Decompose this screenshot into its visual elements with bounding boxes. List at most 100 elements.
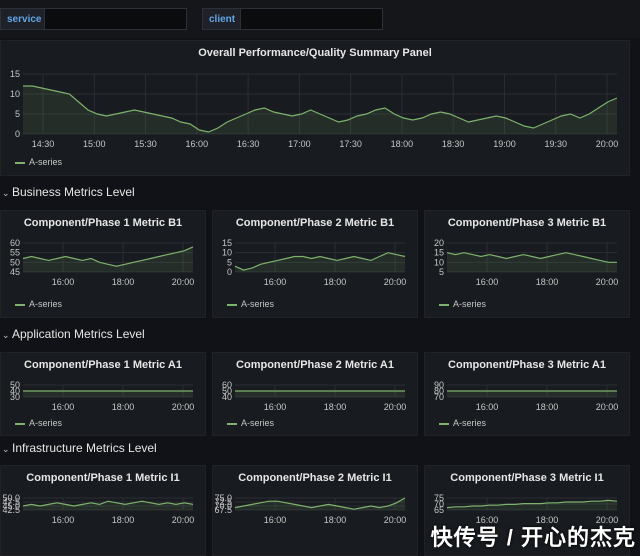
y-tick-label: 0 xyxy=(227,267,232,277)
legend[interactable]: A-series xyxy=(15,299,62,309)
legend-swatch xyxy=(227,422,237,425)
y-tick-label: 60 xyxy=(10,238,20,248)
legend-label: A-series xyxy=(241,418,275,428)
row-title: Business Metrics Level xyxy=(12,185,135,199)
y-tick-label: 55 xyxy=(10,248,20,258)
x-tick-label: 20:00 xyxy=(596,402,619,412)
x-tick-label: 18:00 xyxy=(112,402,135,412)
y-tick-label: 45 xyxy=(10,267,20,277)
row-infrastructure[interactable]: ⌄ Infrastructure Metrics Level xyxy=(0,441,640,459)
panel-b1[interactable]: Component/Phase 1 Metric B1 60 55 50 45 16:0… xyxy=(0,210,206,318)
y-tick-label: 42.5 xyxy=(2,505,20,515)
panel-i2[interactable]: Component/Phase 2 Metric I1 75.0 72.5 70.0… xyxy=(212,465,418,556)
legend-label: A-series xyxy=(29,299,63,309)
variables-bar: service client xyxy=(0,0,640,38)
y-tick-label: 15 xyxy=(434,248,444,258)
series-area xyxy=(447,252,617,272)
chart-i1: 50.047.545.042.516:00 18:00 20:00 xyxy=(2,493,195,525)
panel-b2[interactable]: Component/Phase 2 Metric B1 15 10 5 0 16:00 1… xyxy=(212,210,418,318)
x-tick-label: 16:30 xyxy=(237,139,260,149)
y-tick-label: 0 xyxy=(15,129,20,139)
watermark: 快传号 / 开心的杰克 xyxy=(430,525,636,550)
legend-label: A-series xyxy=(241,299,275,309)
legend[interactable]: A-series xyxy=(15,418,62,428)
y-tick-label: 5 xyxy=(439,267,444,277)
y-tick-label: 67.5 xyxy=(214,505,232,515)
y-tick-label: 10 xyxy=(434,257,444,267)
series-area xyxy=(23,246,193,272)
x-tick-label: 17:00 xyxy=(288,139,311,149)
y-tick-label: 70 xyxy=(434,392,444,402)
legend-swatch xyxy=(439,422,449,425)
legend-label: A-series xyxy=(453,299,487,309)
x-tick-label: 16:00 xyxy=(264,515,287,525)
chevron-down-icon: ⌄ xyxy=(2,188,10,198)
x-tick-label: 15:30 xyxy=(134,139,157,149)
y-tick-label: 40 xyxy=(222,392,232,402)
y-tick-label: 10 xyxy=(222,248,232,258)
x-tick-label: 16:00 xyxy=(52,277,75,287)
legend-label: A-series xyxy=(29,418,63,428)
row-application[interactable]: ⌄ Application Metrics Level xyxy=(0,327,640,345)
legend-label: A-series xyxy=(453,418,487,428)
summary-chart: 15 10 5 0 14:30 15:00 15:30 16:00 16:30 17:00 17:3… xyxy=(10,69,619,149)
row-business[interactable]: ⌄ Business Metrics Level xyxy=(0,185,640,203)
series-area xyxy=(447,500,617,510)
legend[interactable]: A-series xyxy=(227,299,274,309)
x-tick-label: 18:00 xyxy=(391,139,414,149)
series-area xyxy=(447,391,617,397)
x-tick-label: 18:00 xyxy=(536,277,559,287)
x-tick-label: 20:00 xyxy=(384,402,407,412)
x-tick-label: 16:00 xyxy=(476,277,499,287)
x-tick-label: 15:00 xyxy=(83,139,106,149)
client-variable-input[interactable] xyxy=(240,8,383,30)
legend[interactable]: A-series xyxy=(439,299,486,309)
y-tick-label: 20 xyxy=(434,238,444,248)
x-tick-label: 18:00 xyxy=(324,515,347,525)
legend[interactable]: A-series xyxy=(15,157,62,167)
panel-a1[interactable]: Component/Phase 1 Metric A1 50 40 30 16:00 1… xyxy=(0,352,206,436)
x-tick-label: 16:00 xyxy=(264,402,287,412)
y-tick-label: 15 xyxy=(222,238,232,248)
legend[interactable]: A-series xyxy=(227,418,274,428)
legend-swatch xyxy=(15,303,25,306)
x-tick-label: 20:00 xyxy=(172,402,195,412)
x-tick-label: 16:00 xyxy=(52,402,75,412)
series-area xyxy=(23,391,193,397)
x-tick-label: 20:00 xyxy=(384,515,407,525)
x-tick-label: 18:30 xyxy=(442,139,465,149)
x-tick-label: 16:00 xyxy=(52,515,75,525)
legend-swatch xyxy=(15,161,25,164)
x-tick-label: 17:30 xyxy=(339,139,362,149)
chevron-down-icon: ⌄ xyxy=(2,330,10,340)
y-tick-label: 65 xyxy=(434,505,444,515)
panel-i1[interactable]: Component/Phase 1 Metric I1 50.0 47.5 45.0… xyxy=(0,465,206,556)
y-tick-label: 50 xyxy=(10,257,20,267)
x-tick-label: 16:00 xyxy=(264,277,287,287)
x-tick-label: 20:00 xyxy=(596,139,619,149)
panel-b3[interactable]: Component/Phase 3 Metric B1 20 15 10 5 16:00… xyxy=(424,210,630,318)
x-tick-label: 18:00 xyxy=(324,277,347,287)
row-title: Application Metrics Level xyxy=(12,327,145,341)
service-variable-input[interactable] xyxy=(44,8,187,30)
x-tick-label: 18:00 xyxy=(324,402,347,412)
y-tick-label: 5 xyxy=(227,257,232,267)
panel-a3[interactable]: Component/Phase 3 Metric A1 90 80 70 16:00 1… xyxy=(424,352,630,436)
y-tick-label: 5 xyxy=(15,109,20,119)
legend[interactable]: A-series xyxy=(439,418,486,428)
service-variable-label: service xyxy=(0,8,49,30)
chart-i2: 75.072.570.067.516:00 18:00 20:00 xyxy=(214,493,407,525)
x-tick-label: 20:00 xyxy=(172,277,195,287)
panel-a2[interactable]: Component/Phase 2 Metric A1 60 50 40 16:00 1… xyxy=(212,352,418,436)
legend-swatch xyxy=(227,303,237,306)
x-tick-label: 18:00 xyxy=(536,402,559,412)
x-tick-label: 18:00 xyxy=(112,515,135,525)
series-area xyxy=(235,391,405,397)
legend-swatch xyxy=(439,303,449,306)
summary-panel[interactable]: Overall Performance/Quality Summary Pane… xyxy=(0,40,630,176)
x-tick-label: 18:00 xyxy=(112,277,135,287)
x-tick-label: 20:00 xyxy=(596,277,619,287)
x-tick-label: 20:00 xyxy=(172,515,195,525)
x-tick-label: 14:30 xyxy=(32,139,55,149)
x-tick-label: 16:00 xyxy=(476,402,499,412)
